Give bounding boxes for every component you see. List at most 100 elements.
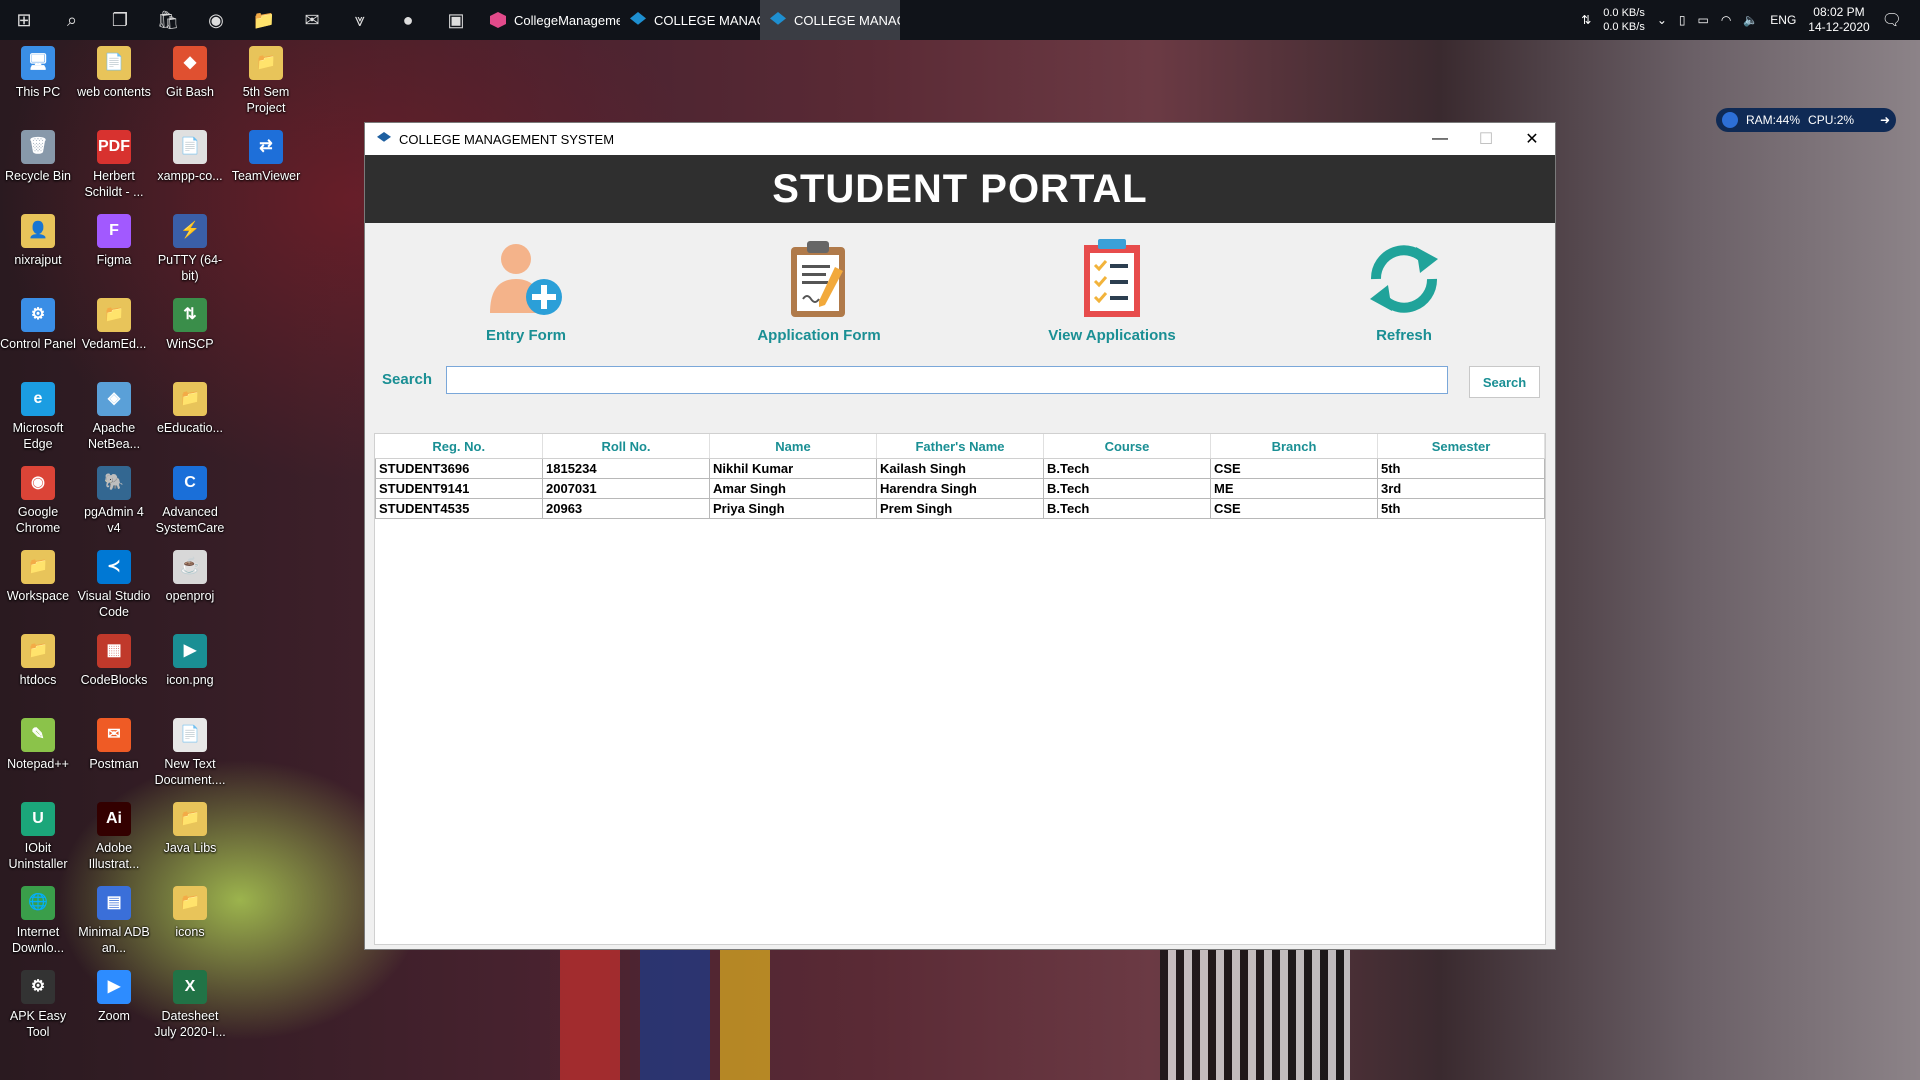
app-logo-icon	[490, 12, 506, 28]
app-icon: e	[21, 382, 55, 416]
desktop-icon[interactable]: ✎ Notepad++	[0, 718, 76, 772]
desktop-icon[interactable]: PDF Herbert Schildt - ...	[76, 130, 152, 200]
desktop-icon-label: nixrajput	[14, 253, 62, 267]
table-row[interactable]: STUDENT3696 1815234 Nikhil Kumar Kailash Si…	[375, 458, 1545, 479]
desktop-icon[interactable]: 📁 htdocs	[0, 634, 76, 688]
desktop-icon[interactable]: Ai Adobe Illustrat...	[76, 802, 152, 872]
app-icon: ⇄	[249, 130, 283, 164]
desktop-icon[interactable]: ⚡ PuTTY (64-bit)	[152, 214, 228, 284]
column-header[interactable]: Roll No.	[542, 434, 710, 459]
desktop-icon[interactable]: 🌐 Internet Downlo...	[0, 886, 76, 956]
desktop-icon[interactable]: ⇅ WinSCP	[152, 298, 228, 352]
taskbar-app[interactable]: CollegeManageme...	[480, 0, 620, 40]
desktop-icon-label: CodeBlocks	[80, 673, 148, 687]
app-circle-icon[interactable]: ●	[384, 0, 432, 40]
desktop-icon[interactable]: F Figma	[76, 214, 152, 268]
desktop-icon[interactable]: U IObit Uninstaller	[0, 802, 76, 872]
desktop-icon[interactable]: 📁 icons	[152, 886, 228, 940]
store-icon[interactable]: 🛍	[144, 0, 192, 40]
arrow-right-icon[interactable]: ➜	[1880, 113, 1890, 127]
wifi-icon[interactable]: ◠	[1721, 13, 1731, 27]
task-view-icon[interactable]: ❐	[96, 0, 144, 40]
app-icon: 👤	[21, 214, 55, 248]
column-header[interactable]: Name	[709, 434, 877, 459]
desktop-icon[interactable]: ◉ Google Chrome	[0, 466, 76, 536]
column-header[interactable]: Course	[1043, 434, 1211, 459]
search-icon[interactable]: ⌕	[48, 0, 96, 40]
desktop-icon-label: htdocs	[19, 673, 57, 687]
clock[interactable]: 08:02 PM 14-12-2020	[1808, 5, 1869, 35]
desktop-icon[interactable]: ▦ CodeBlocks	[76, 634, 152, 688]
predator-icon[interactable]: ⩔	[336, 0, 384, 40]
windows-start-icon[interactable]: ⊞	[0, 0, 48, 40]
search-button[interactable]: Search	[1469, 366, 1540, 398]
desktop-icon[interactable]: 👤 nixrajput	[0, 214, 76, 268]
table-row[interactable]: STUDENT9141 2007031 Amar Singh Harendra Sin…	[375, 478, 1545, 499]
refresh-button[interactable]: Refresh	[1324, 237, 1484, 344]
desktop-icon[interactable]: ▶ icon.png	[152, 634, 228, 688]
taskbar: ⊞ ⌕ ❐ 🛍 ◉ 📁 ✉ ⩔ ● ▣ CollegeManageme...CO…	[0, 0, 1920, 40]
column-header[interactable]: Branch	[1210, 434, 1378, 459]
search-input[interactable]	[446, 366, 1448, 394]
desktop-icon[interactable]: 📄 xampp-co...	[152, 130, 228, 184]
mail-icon[interactable]: ✉	[288, 0, 336, 40]
entry-form-button[interactable]: Entry Form	[446, 237, 606, 344]
table-row[interactable]: STUDENT4535 20963 Priya Singh Prem Singh B.T…	[375, 498, 1545, 519]
device-icon[interactable]: ▯	[1679, 13, 1686, 27]
taskbar-app[interactable]: COLLEGE MANAGE...	[760, 0, 900, 40]
ram-cpu-widget[interactable]: RAM:44% CPU:2% ➜	[1716, 108, 1896, 132]
desktop-icon-label: web contents	[77, 85, 151, 99]
portal-body: Entry Form Application Form View Applica…	[368, 223, 1552, 946]
desktop-icon[interactable]: 🖥 This PC	[0, 46, 76, 100]
minimize-button[interactable]: —	[1417, 123, 1463, 155]
column-header[interactable]: Father's Name	[876, 434, 1044, 459]
desktop-icon[interactable]: 📁 eEducatio...	[152, 382, 228, 436]
desktop-icon[interactable]: X Datesheet July 2020-I...	[152, 970, 228, 1040]
desktop-icon-label: openproj	[165, 589, 215, 603]
desktop-icon[interactable]: 📄 web contents	[76, 46, 152, 100]
desktop-icon[interactable]: ≺ Visual Studio Code	[76, 550, 152, 620]
desktop-icon[interactable]: ◆ Git Bash	[152, 46, 228, 100]
desktop-icon[interactable]: e Microsoft Edge	[0, 382, 76, 452]
application-form-button[interactable]: Application Form	[739, 237, 899, 344]
view-applications-button[interactable]: View Applications	[1032, 237, 1192, 344]
table-cell: STUDENT3696	[375, 458, 543, 479]
file-explorer-icon[interactable]: 📁	[240, 0, 288, 40]
desktop-icon[interactable]: ⇄ TeamViewer	[228, 130, 304, 184]
volume-icon[interactable]: 🔈	[1743, 13, 1758, 27]
desktop-icon[interactable]: ◈ Apache NetBea...	[76, 382, 152, 452]
maximize-button: ☐	[1478, 131, 1494, 148]
desktop-icon[interactable]: C Advanced SystemCare	[152, 466, 228, 536]
language-indicator[interactable]: ENG	[1770, 13, 1796, 27]
app-icon: ▶	[173, 634, 207, 668]
desktop-icon[interactable]: ☕ openproj	[152, 550, 228, 604]
table-cell: Nikhil Kumar	[709, 458, 877, 479]
desktop-icon[interactable]: 📄 New Text Document....	[152, 718, 228, 788]
column-header[interactable]: Semester	[1377, 434, 1545, 459]
title-bar[interactable]: COLLEGE MANAGEMENT SYSTEM — ☐ ✕	[365, 123, 1555, 155]
desktop-icon[interactable]: ▶ Zoom	[76, 970, 152, 1024]
pycharm-icon[interactable]: ▣	[432, 0, 480, 40]
desktop-icon[interactable]: 📁 Java Libs	[152, 802, 228, 856]
desktop-icon[interactable]: 📁 Workspace	[0, 550, 76, 604]
desktop-icon[interactable]: 🗑 Recycle Bin	[0, 130, 76, 184]
desktop-icon-label: Figma	[96, 253, 132, 267]
app-icon: C	[173, 466, 207, 500]
app-icon: ▦	[97, 634, 131, 668]
notification-icon[interactable]: 🗨	[1882, 10, 1902, 30]
desktop-icon[interactable]: ⚙ Control Panel	[0, 298, 76, 352]
desktop-icon-label: Apache NetBea...	[87, 421, 141, 451]
chevron-up-icon[interactable]: ⌄	[1657, 13, 1667, 27]
desktop-icon[interactable]: ▤ Minimal ADB an...	[76, 886, 152, 956]
desktop-icon[interactable]: ⚙ APK Easy Tool	[0, 970, 76, 1040]
close-button[interactable]: ✕	[1509, 123, 1555, 155]
student-table[interactable]: Reg. No. Roll No. Name Father's Name Course B…	[374, 433, 1546, 945]
desktop-icon[interactable]: ✉ Postman	[76, 718, 152, 772]
chrome-icon[interactable]: ◉	[192, 0, 240, 40]
battery-icon[interactable]: ▭	[1698, 13, 1709, 27]
taskbar-app[interactable]: COLLEGE MANAGE...	[620, 0, 760, 40]
desktop-icon[interactable]: 🐘 pgAdmin 4 v4	[76, 466, 152, 536]
desktop-icon[interactable]: 📁 5th Sem Project	[228, 46, 304, 116]
desktop-icon[interactable]: 📁 VedamEd...	[76, 298, 152, 352]
column-header[interactable]: Reg. No.	[375, 434, 543, 459]
